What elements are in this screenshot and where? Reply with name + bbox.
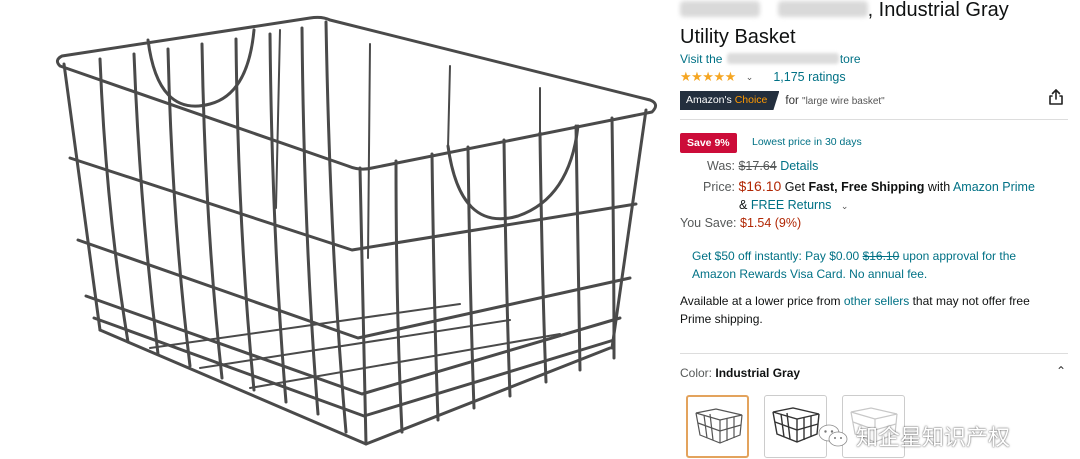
details-link[interactable]: Details: [780, 159, 818, 173]
watermark: 知企星知识产权: [818, 420, 1010, 452]
card-offer-line-2[interactable]: Amazon Rewards Visa Card. No annual fee.: [692, 267, 927, 281]
amazon-prime-link[interactable]: Amazon Prime: [953, 180, 1035, 194]
price-row: Price: $16.10 Get Fast, Free Shipping wi…: [703, 178, 1035, 194]
star-rating-icon[interactable]: ★★★★★: [680, 69, 736, 85]
color-selector-label: Color: Industrial Gray: [680, 366, 801, 380]
you-save-row: You Save: $1.54 (9%): [680, 216, 802, 230]
choice-for-text: for "large wire basket": [785, 94, 885, 107]
product-main-image[interactable]: [40, 8, 670, 453]
redacted-brand-2: [777, 1, 868, 17]
divider: [680, 119, 1068, 120]
product-title-line-1: , Industrial Gray: [680, 0, 1009, 22]
amazons-choice-badge: Amazon's Choice: [680, 91, 779, 110]
ratings-count-link[interactable]: 1,175 ratings: [773, 70, 845, 84]
selected-color-value: Industrial Gray: [715, 366, 801, 380]
chevron-up-icon[interactable]: ⌃: [1056, 364, 1066, 378]
free-returns-link[interactable]: FREE Returns: [751, 198, 832, 212]
current-price: $16.10: [738, 178, 782, 194]
rating-row: ★★★★★ ⌄ 1,175 ratings: [680, 68, 846, 86]
was-price-row: Was: $17.64 Details: [706, 159, 819, 173]
chevron-down-icon[interactable]: ⌄: [746, 72, 754, 83]
other-sellers-line-2: Prime shipping.: [680, 312, 763, 326]
divider: [680, 353, 1068, 354]
redacted-store-name: [726, 53, 839, 64]
save-percent-badge: Save 9%: [680, 133, 737, 153]
wechat-logo-icon: [818, 424, 848, 447]
share-icon[interactable]: [1046, 87, 1066, 107]
free-returns-row: & FREE Returns ⌄: [739, 198, 849, 212]
card-offer-line-1[interactable]: Get $50 off instantly: Pay $0.00 $16.10 …: [692, 249, 1016, 263]
you-save-amount: $1.54 (9%): [740, 216, 802, 230]
lowest-price-note: Lowest price in 30 days: [752, 136, 862, 148]
redacted-brand: [680, 1, 760, 17]
other-sellers-link[interactable]: other sellers: [844, 294, 909, 308]
visit-store-link[interactable]: Visit the tore: [680, 52, 861, 66]
other-sellers-line-1: Available at a lower price from other se…: [680, 294, 1030, 308]
was-price: $17.64: [738, 159, 777, 173]
amazons-choice-row: Amazon's Choice for "large wire basket": [680, 91, 885, 110]
product-detail-panel: , Industrial Gray Utility Basket Visit t…: [680, 0, 1072, 459]
chevron-down-icon[interactable]: ⌄: [841, 201, 849, 211]
product-title-line-2: Utility Basket: [680, 26, 796, 48]
watermark-text: 知企星知识产权: [856, 425, 1011, 450]
color-swatch-industrial-gray[interactable]: [686, 395, 749, 458]
